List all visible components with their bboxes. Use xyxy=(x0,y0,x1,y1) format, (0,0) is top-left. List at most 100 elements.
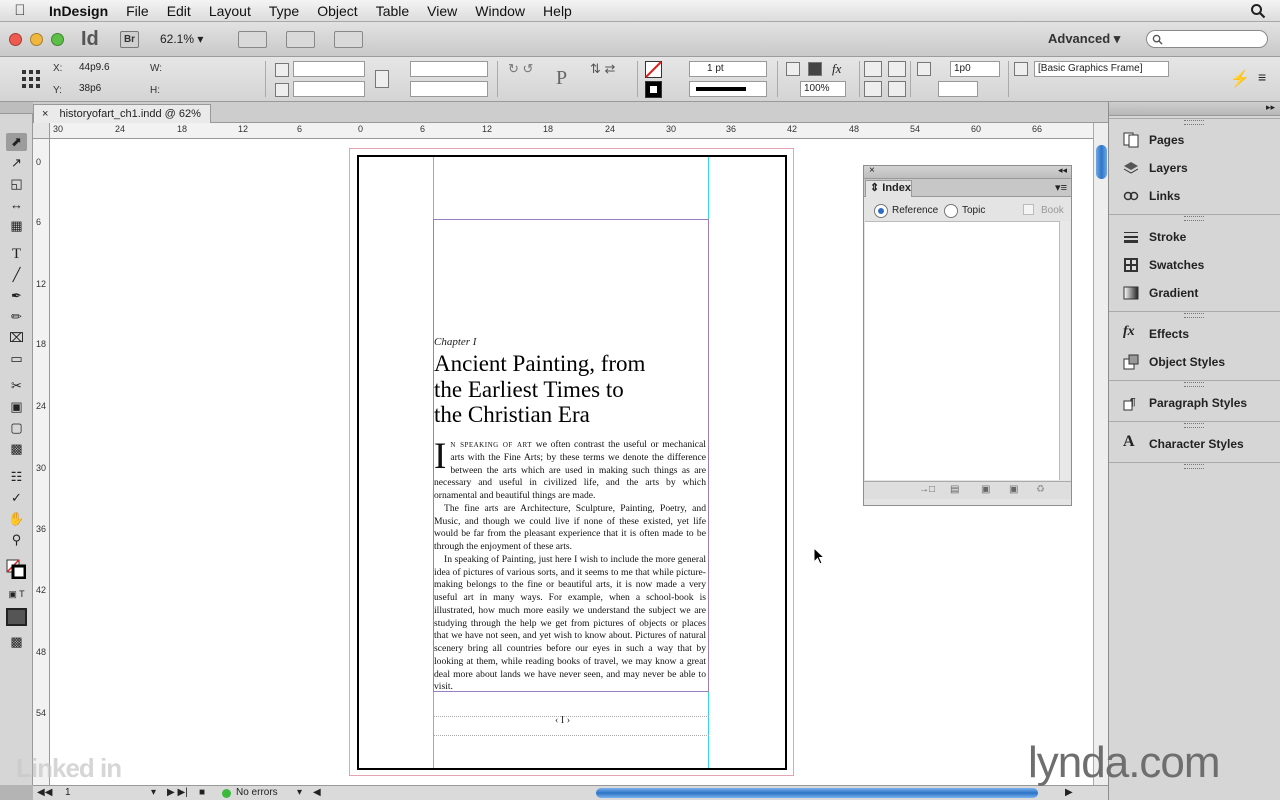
menu-object[interactable]: Object xyxy=(308,0,366,22)
menu-file[interactable]: File xyxy=(117,0,158,22)
opacity-field[interactable]: 100% xyxy=(800,81,846,97)
generate-index-icon[interactable]: ▤ xyxy=(950,484,959,495)
selection-tool-icon[interactable]: ⬈ xyxy=(6,133,27,151)
dock-item-gradient[interactable]: Gradient xyxy=(1109,280,1280,306)
text-wrap-jump-icon[interactable] xyxy=(888,81,906,97)
menu-type[interactable]: Type xyxy=(260,0,308,22)
preflight-status-text[interactable]: No errors xyxy=(236,787,278,798)
gap-tool-icon[interactable]: ↔ xyxy=(6,196,27,214)
spotlight-search-icon[interactable] xyxy=(1250,3,1266,19)
close-tab-icon[interactable]: × xyxy=(42,108,48,120)
dock-item-links[interactable]: Links xyxy=(1109,183,1280,209)
eyedropper-tool-icon[interactable]: ✓ xyxy=(6,489,27,507)
h-field[interactable] xyxy=(166,82,240,98)
x-field[interactable]: 44p9.6 xyxy=(76,61,140,77)
scale-y-field[interactable] xyxy=(293,81,365,97)
menu-help[interactable]: Help xyxy=(534,0,581,22)
text-wrap-bbox-icon[interactable] xyxy=(888,61,906,77)
page-number-field[interactable]: 1 xyxy=(65,787,71,798)
dock-item-stroke[interactable]: Stroke xyxy=(1109,224,1280,250)
type-tool-icon[interactable]: T xyxy=(6,245,27,263)
close-window-button[interactable] xyxy=(9,33,22,46)
arrange-documents-icon[interactable] xyxy=(334,31,363,48)
scroll-right-icon[interactable]: ▶ xyxy=(1065,787,1073,798)
hand-tool-icon[interactable]: ✋ xyxy=(6,510,27,528)
menu-table[interactable]: Table xyxy=(367,0,418,22)
pen-tool-icon[interactable]: ✒ xyxy=(6,287,27,305)
expand-dock-icon[interactable]: ▸▸ xyxy=(1266,102,1275,113)
rotation-field[interactable] xyxy=(410,61,488,77)
dock-item-swatches[interactable]: Swatches xyxy=(1109,252,1280,278)
constrain-proportions-icon[interactable] xyxy=(375,70,389,88)
new-entry-icon[interactable]: ▣ xyxy=(1009,484,1018,495)
reference-point-icon[interactable] xyxy=(21,69,41,89)
open-page-icon[interactable]: ■ xyxy=(199,787,205,798)
zoom-level-dropdown[interactable]: 62.1% ▾ xyxy=(160,32,203,46)
menu-edit[interactable]: Edit xyxy=(158,0,200,22)
document-tab[interactable]: × historyofart_ch1.indd @ 62% xyxy=(33,104,211,123)
screen-mode-icon[interactable] xyxy=(286,31,315,48)
fill-swatch-icon[interactable] xyxy=(645,61,662,78)
gradient-feather-tool-icon[interactable]: ▩ xyxy=(6,440,27,458)
topic-radio[interactable] xyxy=(944,204,958,218)
scale-x-field[interactable] xyxy=(293,61,365,77)
text-wrap-none-icon[interactable] xyxy=(864,61,882,77)
scroll-left-icon[interactable]: ◀ xyxy=(313,787,321,798)
next-page-icon[interactable]: ▶ ▶| xyxy=(167,787,188,798)
dock-header[interactable]: ▸▸ xyxy=(1109,102,1280,116)
fill-stroke-icon[interactable] xyxy=(6,559,26,579)
quick-apply-icon[interactable]: ⚡ xyxy=(1230,69,1250,89)
rectangle-frame-tool-icon[interactable]: ⌧ xyxy=(6,329,27,347)
gradient-swatch-tool-icon[interactable]: ▢ xyxy=(6,419,27,437)
menu-app[interactable]: InDesign xyxy=(40,0,117,22)
workspace-switcher[interactable]: Advanced ▾ xyxy=(1048,31,1120,47)
zoom-window-button[interactable] xyxy=(51,33,64,46)
menu-layout[interactable]: Layout xyxy=(200,0,260,22)
tab-index[interactable]: ⇕ Index xyxy=(865,180,912,197)
view-options-icon[interactable] xyxy=(238,31,267,48)
vertical-ruler[interactable]: 0 6 12 18 24 30 36 42 48 54 xyxy=(33,139,50,785)
pencil-tool-icon[interactable]: ✏ xyxy=(6,308,27,326)
help-search-input[interactable] xyxy=(1146,30,1268,48)
content-collector-icon[interactable]: ▦ xyxy=(6,217,27,235)
index-panel-titlebar[interactable]: × ◂◂ xyxy=(864,165,1071,179)
panel-menu-icon[interactable]: ≡ xyxy=(1258,69,1266,85)
stroke-weight-field[interactable]: 1 pt xyxy=(689,61,767,77)
frame-offset-field[interactable]: 1p0 xyxy=(950,61,1000,77)
direct-selection-tool-icon[interactable]: ↗ xyxy=(6,154,27,172)
menu-window[interactable]: Window xyxy=(466,0,534,22)
dock-grip[interactable] xyxy=(1109,214,1280,221)
shear-field[interactable] xyxy=(410,81,488,97)
stroke-type-dropdown[interactable] xyxy=(689,81,767,97)
dock-item-layers[interactable]: Layers xyxy=(1109,155,1280,181)
go-to-marker-icon[interactable]: →□ xyxy=(919,484,935,495)
scissors-tool-icon[interactable]: ✂ xyxy=(6,377,27,395)
bridge-button[interactable]: Br xyxy=(120,31,139,48)
page-dropdown-icon[interactable]: ▾ xyxy=(151,787,156,798)
w-field[interactable] xyxy=(166,61,240,77)
index-entry-list[interactable] xyxy=(865,221,1059,480)
dock-grip[interactable] xyxy=(1109,311,1280,318)
vertical-scroll-thumb[interactable] xyxy=(1096,145,1107,179)
preflight-dropdown-icon[interactable]: ▾ xyxy=(297,787,302,798)
menu-view[interactable]: View xyxy=(418,0,466,22)
fx-icon[interactable]: fx xyxy=(832,61,841,77)
dock-item-object-styles[interactable]: Object Styles xyxy=(1109,349,1280,375)
dock-item-effects[interactable]: fx Effects xyxy=(1109,321,1280,347)
vertical-scrollbar[interactable] xyxy=(1093,123,1108,785)
delete-entry-icon[interactable]: ♻ xyxy=(1036,484,1045,495)
dock-item-character-styles[interactable]: A Character Styles xyxy=(1109,431,1280,457)
rotate-icon[interactable]: ↻ ↺ xyxy=(508,61,533,77)
dock-item-pages[interactable]: Pages xyxy=(1109,127,1280,153)
select-content-icon[interactable]: P xyxy=(556,67,567,90)
first-page-icon[interactable]: ◀◀ xyxy=(37,787,52,798)
text-wrap-shape-icon[interactable] xyxy=(864,81,882,97)
dock-grip[interactable] xyxy=(1109,421,1280,428)
index-list-scrollbar[interactable] xyxy=(1059,221,1070,480)
formatting-affects-text-icon[interactable]: ▣ T xyxy=(6,585,27,603)
page-tool-icon[interactable]: ◱ xyxy=(6,175,27,193)
minimize-window-button[interactable] xyxy=(30,33,43,46)
apply-color-icon[interactable] xyxy=(6,608,27,626)
drop-shadow-icon[interactable] xyxy=(786,62,800,76)
dock-grip[interactable] xyxy=(1109,118,1280,125)
